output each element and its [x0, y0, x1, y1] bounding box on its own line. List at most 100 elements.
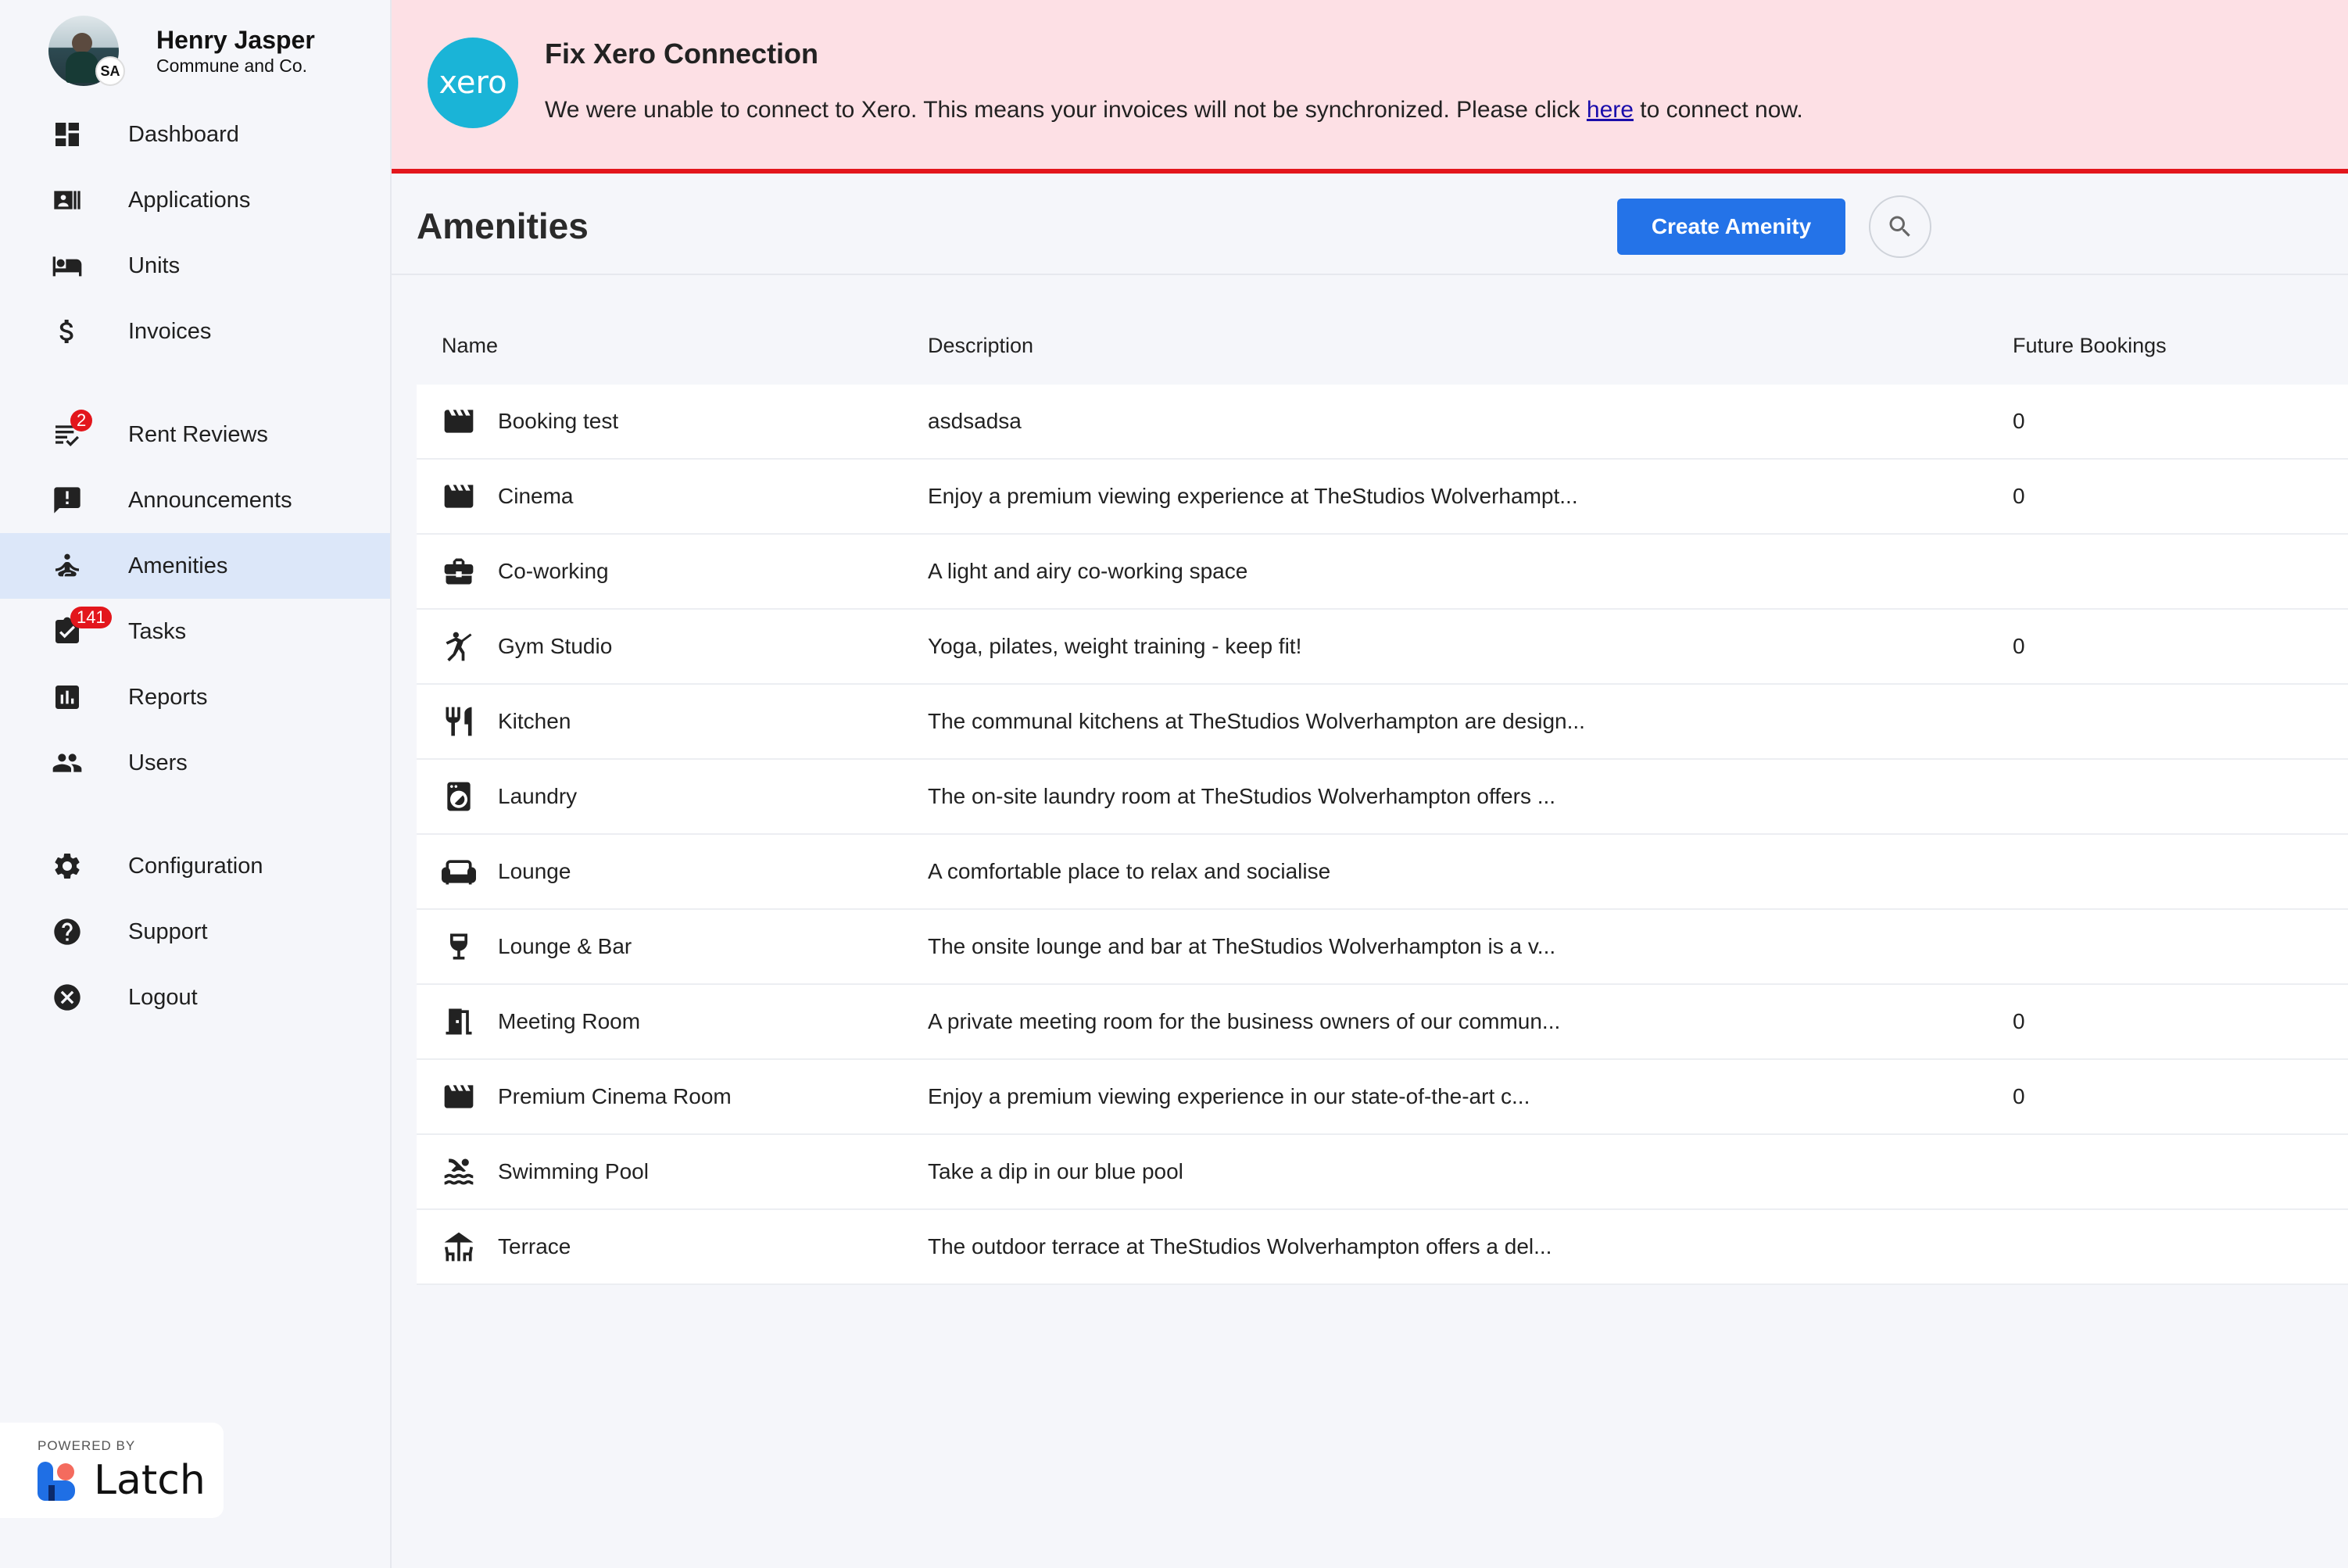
main-content: xero Fix Xero Connection We were unable …: [392, 0, 2348, 1568]
org-badge: SA: [95, 56, 125, 86]
search-button[interactable]: [1869, 195, 1931, 258]
amenity-description: A comfortable place to relax and sociali…: [928, 859, 1331, 883]
cell-name: Meeting Room: [417, 1004, 928, 1039]
page-header: Amenities Create Amenity: [392, 174, 2348, 275]
sidebar-item-applications[interactable]: Applications: [0, 167, 390, 233]
amenity-description: asdsadsa: [928, 409, 1022, 433]
amenity-description: The on-site laundry room at TheStudios W…: [928, 784, 1556, 808]
amenity-name: Gym Studio: [498, 634, 613, 658]
profile-text: Henry Jasper Commune and Co.: [156, 25, 315, 77]
amenity-description: Enjoy a premium viewing experience at Th…: [928, 484, 1578, 508]
xero-alert-banner: xero Fix Xero Connection We were unable …: [392, 0, 2348, 174]
sidebar-item-rent-reviews[interactable]: 2 Rent Reviews: [0, 402, 390, 467]
table-header: Name Description Future Bookings: [417, 306, 2348, 385]
create-amenity-button[interactable]: Create Amenity: [1617, 199, 1845, 255]
table-row[interactable]: Booking test asdsadsa 0: [417, 385, 2348, 460]
sidebar-item-configuration[interactable]: Configuration: [0, 833, 390, 899]
sidebar-item-units[interactable]: Units: [0, 233, 390, 299]
amenity-description: A private meeting room for the business …: [928, 1009, 1561, 1033]
bar-chart-icon: [52, 682, 83, 713]
amenity-name: Terrace: [498, 1234, 571, 1258]
gymnastics-icon: [442, 629, 476, 664]
sidebar-item-users[interactable]: Users: [0, 730, 390, 796]
amenity-name: Kitchen: [498, 709, 571, 733]
cell-name: Lounge: [417, 854, 928, 889]
sidebar-item-label: Logout: [128, 984, 198, 1010]
sidebar-item-label: Users: [128, 750, 188, 775]
user-profile[interactable]: SA Henry Jasper Commune and Co.: [0, 0, 390, 102]
latch-logo-icon: [38, 1462, 75, 1501]
amenity-name: Laundry: [498, 784, 578, 808]
sidebar-item-label: Invoices: [128, 318, 212, 344]
cell-name: Swimming Pool: [417, 1155, 928, 1189]
table-row[interactable]: Gym Studio Yoga, pilates, weight training…: [417, 610, 2348, 685]
sidebar-item-label: Amenities: [128, 553, 228, 578]
amenity-future-bookings: 0: [2013, 1009, 2025, 1033]
user-organization: Commune and Co.: [156, 55, 308, 76]
sidebar-item-dashboard[interactable]: Dashboard: [0, 102, 390, 167]
sidebar-item-amenities[interactable]: Amenities: [0, 533, 390, 599]
contact-card-icon: [52, 184, 83, 216]
banner-message-after: to connect now.: [1633, 97, 1803, 123]
reconnect-link[interactable]: here: [1587, 97, 1634, 123]
sidebar-item-label: Dashboard: [128, 121, 239, 147]
amenity-future-bookings: 0: [2013, 409, 2025, 433]
sidebar-item-logout[interactable]: Logout: [0, 965, 390, 1030]
tasks-count-badge: 141: [70, 607, 112, 628]
movie-icon: [442, 1079, 476, 1114]
announcement-icon: [52, 485, 83, 516]
amenity-description: Take a dip in our blue pool: [928, 1159, 1183, 1183]
nav-divider: [0, 364, 390, 402]
sidebar-item-label: Tasks: [128, 618, 187, 644]
column-header-name[interactable]: Name: [417, 334, 928, 358]
cell-name: Lounge & Bar: [417, 929, 928, 964]
amenity-future-bookings: 0: [2013, 484, 2025, 508]
amenity-description: The outdoor terrace at TheStudios Wolver…: [928, 1234, 1552, 1258]
table-row[interactable]: Lounge & Bar The onsite lounge and bar at…: [417, 910, 2348, 985]
amenity-name: Lounge: [498, 859, 571, 883]
powered-by-latch[interactable]: POWERED BY Latch: [0, 1423, 224, 1518]
table-row[interactable]: Kitchen The communal kitchens at TheStudi…: [417, 685, 2348, 760]
table-row[interactable]: Co-working A light and airy co-working sp…: [417, 535, 2348, 610]
banner-message-before: We were unable to connect to Xero. This …: [545, 97, 1587, 123]
table-row[interactable]: Cinema Enjoy a premium viewing experience…: [417, 460, 2348, 535]
sidebar-item-invoices[interactable]: Invoices: [0, 299, 390, 364]
sidebar-item-label: Applications: [128, 187, 251, 213]
bed-icon: [52, 250, 83, 281]
sidebar-item-label: Rent Reviews: [128, 421, 268, 447]
briefcase-icon: [442, 554, 476, 589]
amenity-description: The onsite lounge and bar at TheStudios …: [928, 934, 1556, 958]
amenity-name: Cinema: [498, 484, 574, 508]
table-row[interactable]: Lounge A comfortable place to relax and s…: [417, 835, 2348, 910]
powered-by-label: POWERED BY: [38, 1438, 136, 1453]
gear-icon: [52, 850, 83, 882]
table-row[interactable]: Premium Cinema Room Enjoy a premium viewi…: [417, 1060, 2348, 1135]
amenities-table: Name Description Future Bookings Booking…: [417, 306, 2348, 1285]
amenity-name: Swimming Pool: [498, 1159, 649, 1183]
amenity-name: Premium Cinema Room: [498, 1084, 732, 1108]
sidebar-item-reports[interactable]: Reports: [0, 664, 390, 730]
sidebar-item-announcements[interactable]: Announcements: [0, 467, 390, 533]
cancel-circle-icon: [52, 982, 83, 1013]
door-icon: [442, 1004, 476, 1039]
movie-icon: [442, 404, 476, 439]
table-row[interactable]: Laundry The on-site laundry room at TheSt…: [417, 760, 2348, 835]
movie-icon: [442, 479, 476, 514]
table-row[interactable]: Meeting Room A private meeting room for t…: [417, 985, 2348, 1060]
amenity-future-bookings: 0: [2013, 634, 2025, 658]
table-row[interactable]: Swimming Pool Take a dip in our blue pool: [417, 1135, 2348, 1210]
sidebar-item-label: Reports: [128, 684, 208, 710]
dashboard-icon: [52, 119, 83, 150]
xero-logo-icon: xero: [428, 38, 518, 128]
banner-title: Fix Xero Connection: [545, 38, 819, 70]
sidebar: SA Henry Jasper Commune and Co. Dashboar…: [0, 0, 392, 1568]
amenity-description: Enjoy a premium viewing experience in ou…: [928, 1084, 1530, 1108]
table-body: Booking test asdsadsa 0 Cinema Enjoy a premi…: [417, 385, 2348, 1285]
deck-icon: [442, 1230, 476, 1264]
table-row[interactable]: Terrace The outdoor terrace at TheStudios…: [417, 1210, 2348, 1285]
amenity-name: Booking test: [498, 409, 619, 433]
sidebar-item-tasks[interactable]: 141 Tasks: [0, 599, 390, 664]
sidebar-item-support[interactable]: Support: [0, 899, 390, 965]
column-header-future-bookings[interactable]: Future Bookings: [2013, 334, 2348, 358]
column-header-description[interactable]: Description: [928, 334, 2013, 358]
